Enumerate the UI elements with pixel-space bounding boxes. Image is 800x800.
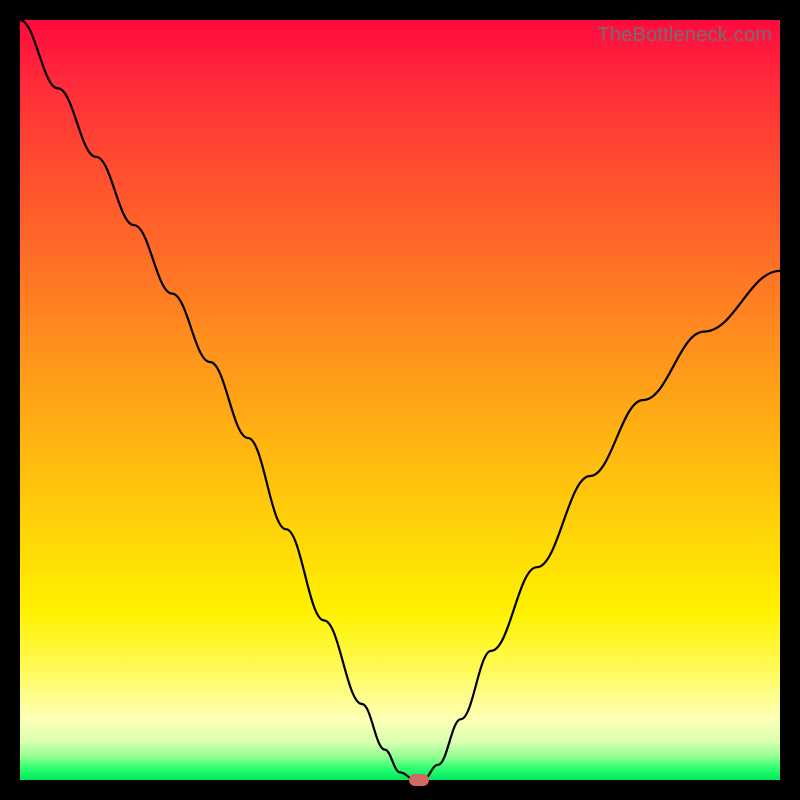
curve-layer	[20, 20, 780, 780]
bottleneck-curve	[20, 20, 780, 780]
chart-frame: TheBottleneck.com	[0, 0, 800, 800]
plot-area: TheBottleneck.com	[20, 20, 780, 780]
watermark-text: TheBottleneck.com	[597, 24, 772, 47]
optimal-point-marker	[409, 774, 429, 786]
